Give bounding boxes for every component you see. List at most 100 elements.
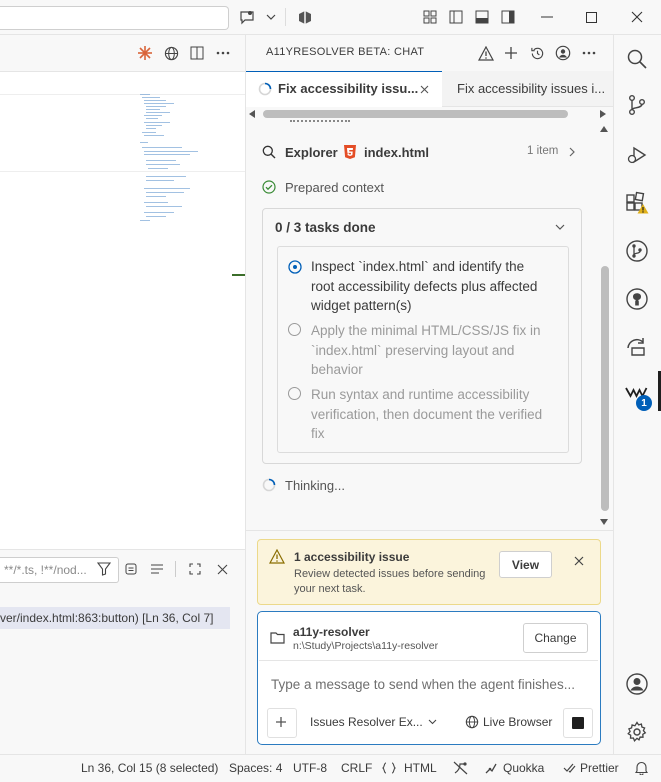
explorer-count: 1 item [527, 145, 559, 157]
output-line[interactable]: ver/index.html:863:button) [Ln 36, Col 7… [0, 607, 230, 629]
panel-divider [175, 561, 176, 577]
code-editor[interactable] [0, 71, 245, 550]
tab-label: Fix accessibility issu... [278, 81, 419, 96]
chat-divider [246, 530, 613, 531]
toggle-primary-sidebar-icon[interactable] [446, 8, 466, 26]
explorer-file[interactable]: index.html [364, 145, 429, 160]
indentation[interactable]: Spaces: 4 [229, 755, 282, 781]
warning-icon[interactable] [476, 44, 496, 62]
minimize-icon[interactable] [536, 8, 558, 26]
filter-icon[interactable] [94, 560, 114, 578]
github-icon[interactable] [613, 281, 661, 317]
chevron-down-icon[interactable] [265, 10, 277, 24]
status-bar: Ln 36, Col 15 (8 selected) Spaces: 4 UTF… [0, 754, 661, 781]
task-item: Apply the minimal HTML/CSS/JS fix in `in… [311, 323, 541, 377]
account-icon[interactable] [613, 666, 661, 702]
check-circle-icon [261, 179, 277, 195]
dismiss-icon[interactable] [571, 553, 587, 569]
bell-icon[interactable] [633, 755, 649, 781]
pending-radio-icon [288, 323, 301, 336]
task-item: Run syntax and runtime accessibility ver… [311, 387, 543, 441]
more-actions-icon[interactable] [213, 44, 233, 62]
encoding[interactable]: UTF-8 [293, 755, 327, 781]
view-button[interactable]: View [499, 551, 552, 578]
in-progress-icon [288, 260, 302, 274]
toggle-panel-icon[interactable] [472, 8, 492, 26]
chat-title: A11YRESOLVER BETA: CHAT [266, 46, 425, 58]
prettier-status[interactable]: Prettier [580, 755, 619, 781]
titlebar-divider [285, 8, 286, 26]
extensions-icon[interactable] [613, 186, 661, 222]
customize-layout-icon[interactable] [420, 8, 440, 26]
account-icon[interactable] [553, 44, 573, 62]
globe-icon[interactable] [161, 44, 181, 62]
tasks-header[interactable]: 0 / 3 tasks done [275, 220, 376, 235]
check-double-icon[interactable] [562, 755, 576, 781]
language-mode[interactable]: HTML [404, 755, 437, 781]
quokka-icon[interactable] [483, 755, 499, 781]
scroll-down-icon[interactable] [598, 517, 610, 527]
chevron-down-icon[interactable] [553, 221, 567, 233]
chat-more-icon[interactable] [579, 44, 599, 62]
message-input[interactable]: Type a message to send when the agent fi… [271, 677, 575, 692]
cursor-position[interactable]: Ln 36, Col 15 (8 selected) [81, 755, 218, 781]
settings-gear-icon[interactable] [613, 714, 661, 750]
scroll-left-icon[interactable] [247, 109, 257, 119]
toggle-secondary-sidebar-icon[interactable] [498, 8, 518, 26]
task-item: Inspect `index.html` and identify the ro… [311, 259, 538, 313]
history-icon[interactable] [527, 44, 547, 62]
chevron-down-icon[interactable] [426, 716, 438, 728]
mode-select[interactable]: Issues Resolver Ex... [310, 715, 423, 729]
project-path: n:\Study\Projects\a11y-resolver [293, 640, 439, 652]
thinking-spinner-icon [261, 477, 277, 493]
stop-icon [572, 717, 584, 729]
new-chat-icon[interactable] [501, 44, 521, 62]
input-divider [259, 660, 598, 661]
scroll-marker [232, 274, 245, 276]
close-tab-icon[interactable] [417, 81, 431, 97]
loading-spinner-icon [257, 81, 273, 97]
explorer-label: Explorer [285, 145, 338, 160]
git-graph-icon[interactable] [613, 233, 661, 269]
claude-sparkle-icon[interactable] [135, 44, 155, 62]
live-share-icon[interactable] [451, 755, 469, 781]
warning-icon [268, 548, 286, 564]
issue-title: 1 accessibility issue [294, 550, 410, 564]
html5-icon [342, 144, 358, 160]
word-wrap-icon[interactable] [147, 560, 167, 578]
cut-off-text [290, 118, 350, 123]
live-browser-button[interactable]: Live Browser [483, 715, 552, 729]
change-button[interactable]: Change [523, 623, 588, 653]
braces-icon[interactable] [381, 755, 397, 781]
search-view-icon[interactable] [613, 41, 661, 77]
close-panel-icon[interactable] [212, 560, 232, 578]
issue-description: Review detected issues before sending yo… [294, 568, 486, 595]
chevron-right-icon[interactable] [567, 146, 577, 158]
copilot-icon[interactable] [237, 8, 257, 26]
remote-explorer-icon[interactable] [613, 329, 661, 365]
pending-radio-icon [288, 387, 301, 400]
command-center-search[interactable] [0, 6, 229, 30]
editor-toolbar [0, 35, 245, 71]
vertical-scrollbar[interactable] [601, 266, 609, 511]
stop-button[interactable] [563, 708, 593, 738]
maximize-panel-icon[interactable] [185, 560, 205, 578]
filter-placeholder: **/*.ts, !**/nod... [4, 563, 87, 577]
run-debug-icon[interactable] [613, 137, 661, 173]
output-copy-icon[interactable] [121, 560, 141, 578]
add-context-button[interactable] [267, 708, 297, 738]
close-window-icon[interactable] [626, 8, 648, 26]
source-control-icon[interactable] [613, 87, 661, 123]
globe-icon [464, 714, 480, 730]
thinking-text: Thinking... [285, 478, 345, 493]
folder-icon [269, 629, 285, 645]
tab-label[interactable]: Fix accessibility issues i... [457, 81, 605, 96]
maximize-icon[interactable] [580, 8, 602, 26]
horizontal-scrollbar[interactable] [263, 110, 568, 118]
split-editor-icon[interactable] [187, 44, 207, 62]
extension-logo-icon[interactable] [296, 8, 314, 26]
end-of-line[interactable]: CRLF [341, 755, 372, 781]
scroll-up-icon[interactable] [598, 124, 610, 134]
scroll-right-icon[interactable] [598, 109, 608, 119]
quokka-status[interactable]: Quokka [503, 755, 544, 781]
